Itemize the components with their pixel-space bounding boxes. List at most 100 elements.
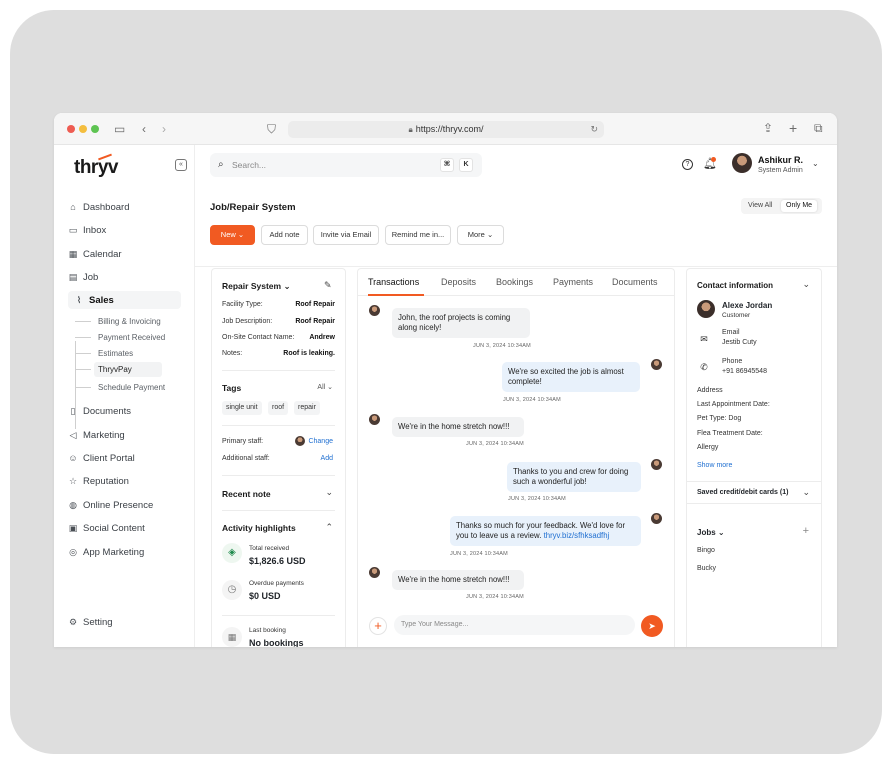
sidebar-item-job[interactable]: ▤ Job [68,268,99,286]
total-received-label: Total received [249,545,290,552]
add-attachment-button[interactable]: + [369,617,387,635]
job-item[interactable]: Bucky [697,565,716,572]
only-me-toggle[interactable]: Only Me [781,200,818,212]
share-icon[interactable]: ⇪ [763,122,773,134]
collapse-sidebar-icon[interactable]: « [175,159,187,171]
recent-note-title[interactable]: Recent note [222,489,271,499]
sidebar-sub-estimates[interactable]: Estimates [75,346,133,360]
review-link[interactable]: thryv.biz/sfhksadfhj [544,531,610,540]
field-allergy: Allergy [697,444,719,451]
overdue-label: Overdue payments [249,580,304,587]
add-staff-link[interactable]: Add [321,455,333,462]
chevron-down-icon[interactable]: ⌄ [802,487,810,498]
gear-icon: ⚙ [68,617,78,627]
email-value[interactable]: Jestib Cuty [722,339,757,346]
detail-value: Roof Repair [295,318,335,325]
tab-bookings[interactable]: Bookings [496,277,533,287]
sidebar-sub-payment-received[interactable]: Payment Received [75,330,165,344]
view-all-toggle[interactable]: View All [743,200,777,212]
chevron-down-icon[interactable]: ⌄ [802,279,810,290]
reload-icon[interactable]: ↻ [590,121,598,138]
primary-staff-label: Primary staff: [222,438,264,445]
detail-value: Roof Repair [295,301,335,308]
user-avatar[interactable] [732,153,752,173]
new-tab-icon[interactable]: + [789,121,797,135]
sidebar-item-calendar[interactable]: ▦ Calendar [68,245,122,263]
sidebar-item-dashboard[interactable]: ⌂ Dashboard [68,198,129,216]
close-window-dot[interactable] [67,125,75,133]
sidebar-item-online-presence[interactable]: ◍ Online Presence [68,496,153,514]
forward-arrow-icon[interactable]: › [162,123,166,135]
sidebar-item-social-content[interactable]: ▣ Social Content [68,519,145,537]
job-details-panel: Repair System ⌄ ✎ Facility Type: Roof Re… [211,268,346,647]
sidebar-sub-schedule-payment[interactable]: Schedule Payment [75,380,165,394]
star-icon: ☆ [68,476,78,486]
new-button[interactable]: New ⌄ [210,225,255,245]
tags-filter[interactable]: All ⌄ [317,383,333,391]
user-avatar [651,359,662,370]
sidebar-sub-thryvpay[interactable]: ThryvPay [75,361,162,377]
show-more-link[interactable]: Show more [697,462,732,469]
user-name[interactable]: Ashikur R. [758,155,803,165]
tag-chip[interactable]: repair [294,401,320,415]
chevron-down-icon[interactable]: ⌄ [812,159,819,168]
sidebar-item-client-portal[interactable]: ☺ Client Portal [68,449,134,467]
message-input[interactable]: Type Your Message... [394,615,635,635]
edit-icon[interactable]: ✎ [324,280,332,291]
details-title[interactable]: Repair System ⌄ [222,281,291,292]
field-flea-treatment: Flea Treatment Date: [697,430,763,437]
email-label: Email [722,329,740,336]
more-button[interactable]: More ⌄ [457,225,504,245]
sidebar-item-marketing[interactable]: ◁ Marketing [68,426,125,444]
search-input[interactable]: ⌕ Search... ⌘ K [210,153,482,177]
tab-documents[interactable]: Documents [612,277,658,287]
tab-payments[interactable]: Payments [553,277,593,287]
search-icon: ⌕ [218,159,224,170]
help-icon[interactable]: ? [682,159,693,170]
tab-bar: Transactions Deposits Bookings Payments … [358,269,674,296]
sidebar-item-sales[interactable]: ⌇ Sales [68,291,181,309]
chevron-up-icon[interactable]: ⌃ [325,522,333,533]
job-item[interactable]: Bingo [697,547,715,554]
tag-chip[interactable]: single unit [222,401,262,415]
jobs-title[interactable]: Jobs ⌄ [697,528,725,537]
add-job-icon[interactable]: + [803,525,809,537]
message-time: JUN 3, 2024 10:34AM [450,551,508,557]
back-arrow-icon[interactable]: ‹ [142,123,146,135]
sidebar-item-app-marketing[interactable]: ◎ App Marketing [68,543,144,561]
sidebar-toggle-icon[interactable]: ▭ [114,123,125,135]
sidebar-item-reputation[interactable]: ☆ Reputation [68,472,129,490]
remind-me-button[interactable]: Remind me in... [385,225,451,245]
calendar-icon: ▦ [222,627,242,647]
total-received-value: $1,826.6 USD [249,556,306,566]
sidebar-item-documents[interactable]: ▯ Documents [68,402,132,420]
detail-value: Roof is leaking. [283,350,335,357]
sidebar-item-inbox[interactable]: ▭ Inbox [68,221,107,239]
view-toggle: View All Only Me [741,198,822,214]
shortcut-k-key: K [459,158,473,172]
change-staff-link[interactable]: Change [308,438,333,445]
tag-chip[interactable]: roof [268,401,289,415]
inbox-icon: ▭ [68,225,78,235]
sidebar-sub-billing[interactable]: Billing & Invoicing [75,314,161,328]
contact-name: Alexe Jordan [722,301,773,310]
send-icon[interactable]: ➤ [641,615,663,637]
megaphone-icon: ◁ [69,430,77,440]
tab-transactions[interactable]: Transactions [368,277,419,287]
phone-value[interactable]: +91 86945548 [722,368,767,375]
maximize-window-dot[interactable] [91,125,99,133]
add-note-button[interactable]: Add note [261,225,308,245]
contact-panel: Contact information ⌄ Alexe Jordan Custo… [686,268,822,647]
tab-deposits[interactable]: Deposits [441,277,476,287]
sidebar-item-setting[interactable]: ⚙ Setting [68,613,113,631]
chevron-down-icon[interactable]: ⌄ [325,487,333,498]
minimize-window-dot[interactable] [79,125,87,133]
address-bar[interactable]: 🔒︎ https://thryv.com/ ↻ [288,121,604,138]
contact-avatar [369,305,380,316]
tabs-overview-icon[interactable]: ⧉ [814,122,823,134]
saved-cards[interactable]: Saved credit/debit cards (1) [697,489,788,496]
invite-email-button[interactable]: Invite via Email [313,225,379,245]
staff-avatar [295,436,305,446]
shield-icon: ⛉ [267,122,277,136]
contact-avatar [369,567,380,578]
